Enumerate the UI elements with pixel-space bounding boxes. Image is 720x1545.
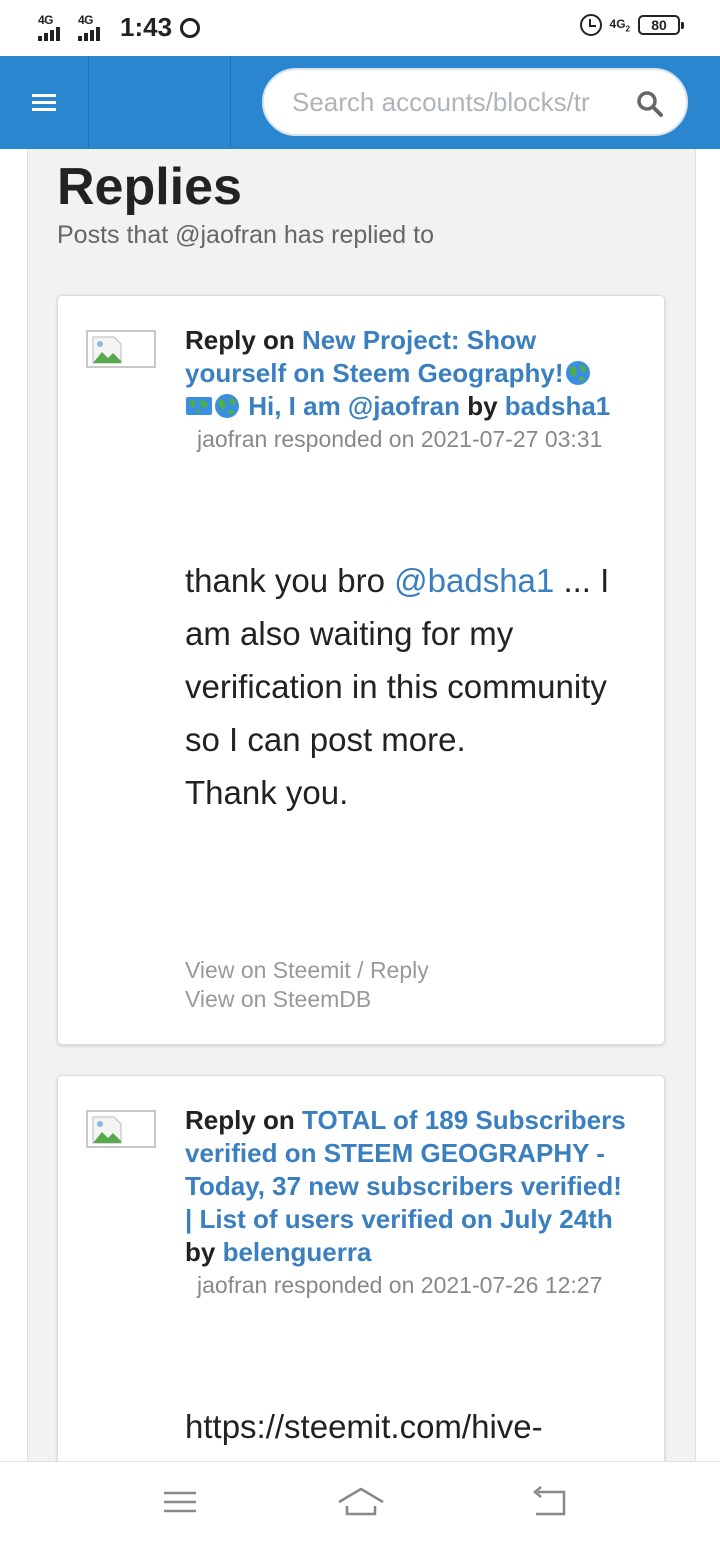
reply-card: Reply on New Project: Show yourself on S… xyxy=(57,295,665,1045)
world-map-emoji-icon xyxy=(186,397,212,415)
recent-apps-icon[interactable] xyxy=(160,1484,200,1520)
search-icon[interactable] xyxy=(636,90,664,118)
reply-body: https://steemit.com/hive- xyxy=(185,1408,543,1445)
reply-card: Reply on TOTAL of 189 Subscribers verifi… xyxy=(57,1075,665,1461)
top-navbar xyxy=(0,56,720,149)
search-input[interactable] xyxy=(292,82,614,122)
home-icon[interactable] xyxy=(336,1484,386,1520)
mention-link[interactable]: @badsha1 xyxy=(394,562,554,599)
battery-icon: 80 xyxy=(638,15,684,35)
network-indicator: 4G2 xyxy=(609,16,630,34)
reply-meta: jaofran responded on 2021-07-27 03:31 xyxy=(197,426,603,452)
author-link[interactable]: badsha1 xyxy=(505,391,611,421)
back-icon[interactable] xyxy=(528,1484,568,1520)
menu-button[interactable] xyxy=(0,56,89,149)
view-on-steemdb-link[interactable]: View on SteemDB xyxy=(185,985,429,1014)
hamburger-icon xyxy=(32,93,56,112)
reply-body: thank you bro @badsha1 ... I am also wai… xyxy=(185,562,610,811)
sim2-signal-icon: 4G xyxy=(78,13,112,43)
view-on-steemit-link[interactable]: View on Steemit / Reply xyxy=(185,956,429,985)
reply-meta: jaofran responded on 2021-07-26 12:27 xyxy=(197,1272,603,1298)
battery-level: 80 xyxy=(651,17,667,33)
broken-image-icon xyxy=(86,330,156,368)
author-link[interactable]: belenguerra xyxy=(223,1237,372,1267)
sim2-label: 4G xyxy=(78,12,94,27)
status-right: 4G2 80 xyxy=(579,14,684,36)
by-label: by xyxy=(185,1237,216,1267)
page-title: Replies xyxy=(57,158,242,216)
nav-divider xyxy=(230,56,231,149)
reply-heading: Reply on New Project: Show yourself on S… xyxy=(185,324,635,423)
broken-image-icon xyxy=(86,1110,156,1148)
sim1-label: 4G xyxy=(38,12,54,27)
reply-prefix: Reply on xyxy=(185,325,295,355)
page-content: Replies Posts that @jaofran has replied … xyxy=(0,149,720,1461)
reply-footer: View on Steemit / Reply View on SteemDB xyxy=(185,956,429,1014)
globe-emoji-icon xyxy=(215,394,239,418)
clock-time: 1:43 xyxy=(120,12,173,42)
sim1-signal-icon: 4G xyxy=(38,13,72,43)
by-label: by xyxy=(467,391,498,421)
page-subtitle: Posts that @jaofran has replied to xyxy=(57,221,434,249)
reply-prefix: Reply on xyxy=(185,1105,295,1135)
clock-notification-icon xyxy=(180,17,201,38)
globe-emoji-icon xyxy=(565,361,590,385)
status-left: 4G 4G 1:43 xyxy=(38,12,201,43)
search-box[interactable] xyxy=(262,68,688,136)
alarm-icon xyxy=(579,14,602,36)
reply-heading: Reply on TOTAL of 189 Subscribers verifi… xyxy=(185,1104,635,1269)
system-navigation-bar xyxy=(0,1461,720,1545)
status-bar: 4G 4G 1:43 4G2 80 xyxy=(0,0,720,56)
